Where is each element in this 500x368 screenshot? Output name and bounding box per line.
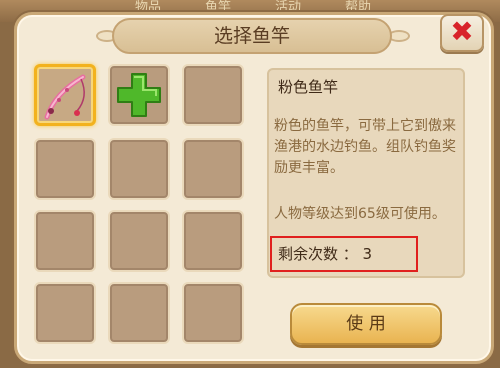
- item-level-requirement: 人物等级达到65级可使用。: [274, 206, 446, 222]
- remaining-uses: 剩余次数 ： 3: [270, 236, 418, 272]
- plus-icon: [117, 73, 161, 117]
- inventory-slot[interactable]: [34, 282, 96, 344]
- inventory-slot[interactable]: [108, 138, 170, 200]
- inventory-slot-add[interactable]: [108, 64, 170, 126]
- inventory-slot[interactable]: [182, 64, 244, 126]
- dialog-title: 选择鱼竿: [112, 18, 392, 54]
- rod-inventory-grid: [34, 64, 246, 356]
- item-description: 粉色的鱼竿，可带上它到傲来渔港的水边钓鱼。组队钓鱼奖励更丰富。: [274, 118, 456, 176]
- inventory-slot[interactable]: [108, 210, 170, 272]
- inventory-slot[interactable]: [108, 282, 170, 344]
- item-name: 粉色鱼竿: [278, 78, 339, 96]
- inventory-slot-pink-rod[interactable]: [34, 64, 96, 126]
- inventory-slot[interactable]: [34, 138, 96, 200]
- inventory-slot[interactable]: [182, 210, 244, 272]
- use-button[interactable]: 使 用: [290, 303, 442, 345]
- inventory-slot[interactable]: [34, 210, 96, 272]
- close-button[interactable]: ✖: [440, 14, 484, 52]
- close-icon: ✖: [450, 15, 474, 48]
- pink-fishing-rod-icon: [44, 74, 86, 120]
- inventory-slot[interactable]: [182, 138, 244, 200]
- inventory-slot[interactable]: [182, 282, 244, 344]
